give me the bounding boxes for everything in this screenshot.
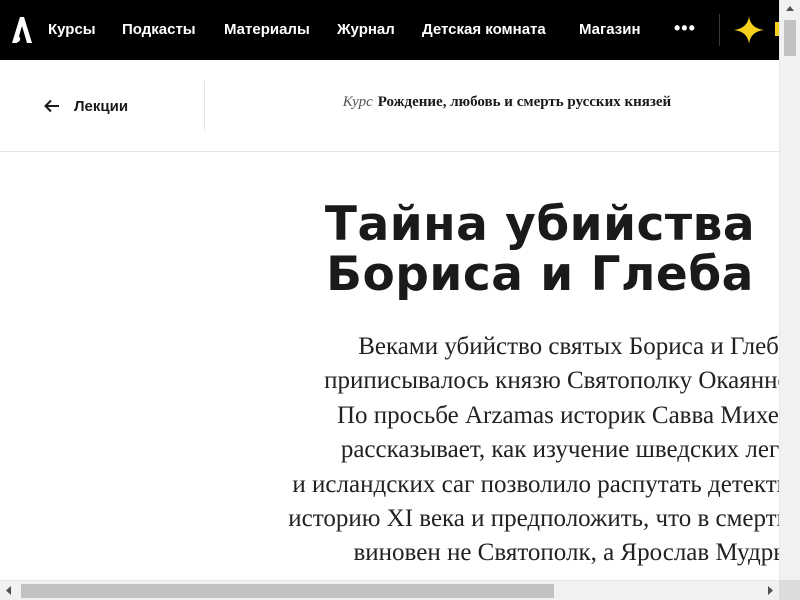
nav-item-courses[interactable]: Курсы (48, 0, 96, 60)
more-menu-button[interactable]: ••• (674, 0, 696, 60)
course-breadcrumb: Курс Рождение, любовь и смерть русских кн… (205, 94, 779, 111)
lead-line: историю XI века и предположить, что в см… (288, 505, 790, 533)
nav-item-podcasts[interactable]: Подкасты (122, 0, 196, 60)
arzamas-logo-icon[interactable] (11, 15, 33, 45)
scroll-right-arrow-icon[interactable] (761, 581, 779, 600)
back-to-lectures-link[interactable]: Лекции (44, 94, 128, 118)
lead-line: приписывалось князю Святополку Окаянно (324, 367, 790, 395)
nav-divider (719, 14, 720, 46)
back-link-label: Лекции (74, 97, 129, 115)
vertical-scrollbar[interactable] (779, 0, 800, 580)
vertical-scrollbar-thumb[interactable] (784, 20, 796, 56)
nav-item-materials[interactable]: Материалы (224, 0, 310, 60)
lead-line: Веками убийство святых Бориса и Глеба (358, 333, 790, 360)
lecture-title-line: Бориса и Глеба (326, 247, 754, 302)
lecture-title-line: Тайна убийства (324, 197, 756, 252)
lecture-subheader: Лекции Курс Рождение, любовь и смерть рус… (0, 60, 779, 152)
nav-item-shop[interactable]: Магазин (579, 0, 641, 60)
scrollbar-corner (779, 580, 800, 600)
horizontal-scrollbar[interactable] (0, 580, 779, 600)
sparkle-star-icon[interactable] (734, 16, 764, 44)
lead-line: виновен не Святополк, а Ярослав Мудры (353, 539, 791, 567)
lecture-title: Тайна убийства Бориса и Глеба (240, 200, 800, 300)
lecture-lead-paragraph: Веками убийство святых Бориса и Глеба пр… (190, 330, 790, 571)
arrow-left-icon (44, 99, 59, 113)
nav-item-kids-room[interactable]: Детская комната (422, 0, 546, 60)
course-title-link[interactable]: Рождение, любовь и смерть русских князей (378, 94, 671, 110)
nav-item-journal[interactable]: Журнал (337, 0, 395, 60)
scroll-left-arrow-icon[interactable] (0, 581, 18, 600)
course-prefix: Курс (342, 94, 373, 110)
lead-line: и исландских саг позволило распутать дет… (292, 470, 790, 498)
horizontal-scrollbar-thumb[interactable] (21, 584, 554, 598)
top-navigation: Курсы Подкасты Материалы Журнал Детская … (0, 0, 779, 60)
lead-line: рассказывает, как изучение шведских леге (340, 436, 790, 464)
lead-line: По просьбе Arzamas историк Савва Михее (336, 401, 790, 429)
scroll-up-arrow-icon[interactable] (780, 0, 800, 18)
